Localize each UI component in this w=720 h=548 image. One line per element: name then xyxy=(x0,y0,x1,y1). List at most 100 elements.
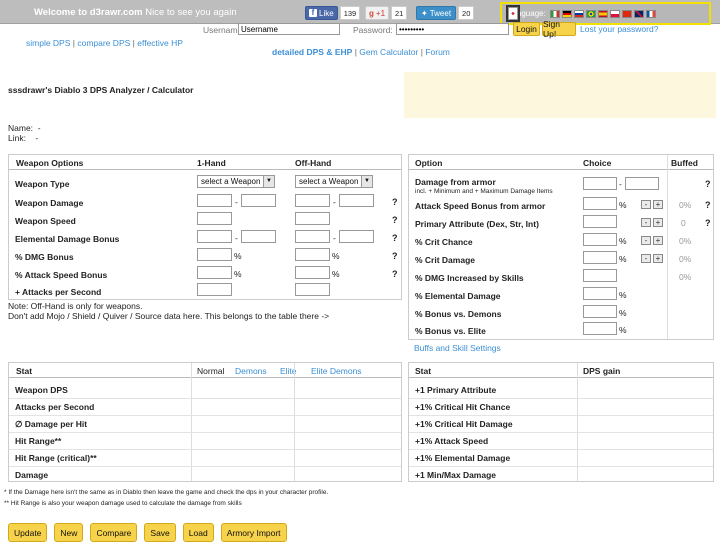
google-plus[interactable]: g +1 21 xyxy=(365,6,408,20)
bonus-demons-input[interactable] xyxy=(583,305,617,318)
signup-button[interactable]: Sign Up! xyxy=(542,19,576,39)
increment-button[interactable]: + xyxy=(653,236,663,245)
help-icon[interactable]: ? xyxy=(705,218,711,228)
dmg-bonus-offhand-input[interactable] xyxy=(295,248,330,261)
help-icon[interactable]: ? xyxy=(392,197,398,207)
weapon-type-offhand-select[interactable]: select a Weapon ▼ xyxy=(295,175,373,188)
aps-1hand-input[interactable] xyxy=(197,283,232,296)
speed-1hand-input[interactable] xyxy=(197,212,232,225)
update-button[interactable]: Update xyxy=(8,523,48,542)
footnote-damage: * If the Damage here isn't the same as i… xyxy=(4,489,329,496)
help-icon[interactable]: ? xyxy=(392,251,398,261)
welcome-text: Welcome to d3rawr.com Nice to see you ag… xyxy=(34,7,237,18)
armory-import-button[interactable]: Armory Import xyxy=(220,523,287,542)
forum-link[interactable]: Forum xyxy=(425,47,450,57)
flag-italy-icon[interactable] xyxy=(549,9,560,18)
elemental-damage-input[interactable] xyxy=(583,287,617,300)
help-icon[interactable]: ? xyxy=(392,233,398,243)
username-input[interactable] xyxy=(238,23,340,35)
flag-germany-icon[interactable] xyxy=(561,9,572,18)
gain-stat-header: Stat xyxy=(415,366,432,376)
weapon-type-1hand-select[interactable]: select a Weapon ▼ xyxy=(197,175,275,188)
compare-dps-link[interactable]: compare DPS xyxy=(77,38,130,48)
speed-offhand-input[interactable] xyxy=(295,212,330,225)
as-bonus-1hand-input[interactable] xyxy=(197,266,232,279)
elemental-min-offhand-input[interactable] xyxy=(295,230,330,243)
password-input[interactable] xyxy=(396,23,509,35)
help-icon[interactable]: ? xyxy=(392,269,398,279)
demons-header-link[interactable]: Demons xyxy=(235,366,267,376)
armor-max-damage-input[interactable] xyxy=(625,177,659,190)
crit-damage-input[interactable] xyxy=(583,251,617,264)
crit-chance-input[interactable] xyxy=(583,233,617,246)
dmg-increased-input[interactable] xyxy=(583,269,617,282)
one-hand-header: 1-Hand xyxy=(197,158,226,168)
as-bonus-offhand-input[interactable] xyxy=(295,266,330,279)
facebook-like[interactable]: f Like 139 xyxy=(305,6,361,20)
damage-min-offhand-input[interactable] xyxy=(295,194,330,207)
weapon-damage-row: Weapon Damage - - ? xyxy=(9,194,401,211)
weapon-type-label: Weapon Type xyxy=(15,179,70,189)
flag-spain-icon[interactable] xyxy=(597,9,608,18)
primary-attribute-row: Primary Attribute (Dex, Str, Int) - + 0 … xyxy=(409,215,713,232)
increment-button[interactable]: + xyxy=(653,200,663,209)
flag-brazil-icon[interactable] xyxy=(585,9,596,18)
gem-calculator-link[interactable]: Gem Calculator xyxy=(359,47,418,57)
simple-dps-link[interactable]: simple DPS xyxy=(26,38,70,48)
attack-speed-armor-input[interactable] xyxy=(583,197,617,210)
elemental-max-offhand-input[interactable] xyxy=(339,230,374,243)
increment-button[interactable]: + xyxy=(653,254,663,263)
bonus-elite-input[interactable] xyxy=(583,322,617,335)
off-hand-header: Off-Hand xyxy=(295,158,332,168)
help-icon[interactable]: ? xyxy=(705,179,711,189)
tweet-button[interactable]: ✦ Tweet xyxy=(416,6,457,20)
decrement-button[interactable]: - xyxy=(641,236,651,245)
new-button[interactable]: New xyxy=(54,523,84,542)
primary-attribute-input[interactable] xyxy=(583,215,617,228)
range-dash: - xyxy=(235,197,238,207)
ad-banner xyxy=(404,72,716,118)
decrement-button[interactable]: - xyxy=(641,218,651,227)
choice-header: Choice xyxy=(583,158,612,168)
save-button[interactable]: Save xyxy=(144,523,176,542)
lost-password-link[interactable]: Lost your password? xyxy=(580,24,658,34)
flag-russia-icon[interactable] xyxy=(573,9,584,18)
damage-max-offhand-input[interactable] xyxy=(339,194,374,207)
dmg-bonus-1hand-input[interactable] xyxy=(197,248,232,261)
percent-sign: % xyxy=(619,290,627,300)
gain-row: +1% Critical Hit Chance xyxy=(409,398,713,415)
help-icon[interactable]: ? xyxy=(705,200,711,210)
facebook-like-button[interactable]: f Like xyxy=(305,6,338,20)
elemental-max-1hand-input[interactable] xyxy=(241,230,276,243)
increment-button[interactable]: + xyxy=(653,218,663,227)
load-button[interactable]: Load xyxy=(182,523,214,542)
armor-min-damage-input[interactable] xyxy=(583,177,617,190)
weapon-options-header: Weapon Options xyxy=(16,158,84,168)
buffs-skill-settings-link[interactable]: Buffs and Skill Settings xyxy=(414,343,501,353)
twitter-tweet[interactable]: ✦ Tweet 20 xyxy=(416,6,475,20)
help-icon[interactable]: ? xyxy=(392,215,398,225)
elite-demons-header-link[interactable]: Elite Demons xyxy=(311,366,362,376)
link-value: - xyxy=(35,133,39,143)
nav-separator: | xyxy=(420,47,423,57)
detailed-dps-link[interactable]: detailed DPS & EHP xyxy=(272,47,352,57)
weapon-options-panel: Weapon Options 1-Hand Off-Hand Weapon Ty… xyxy=(8,154,402,300)
elemental-min-1hand-input[interactable] xyxy=(197,230,232,243)
facebook-icon: f xyxy=(309,9,317,17)
compare-button[interactable]: Compare xyxy=(90,523,138,542)
aps-offhand-input[interactable] xyxy=(295,283,330,296)
range-dash: - xyxy=(333,233,336,243)
flag-france-icon[interactable] xyxy=(645,9,656,18)
effective-hp-link[interactable]: effective HP xyxy=(137,38,183,48)
decrement-button[interactable]: - xyxy=(641,200,651,209)
gain-row: +1 Primary Attribute xyxy=(409,381,713,398)
damage-min-1hand-input[interactable] xyxy=(197,194,232,207)
google-plus-button[interactable]: g +1 xyxy=(365,6,390,20)
flag-korea-icon[interactable] xyxy=(506,5,520,22)
login-button[interactable]: Login xyxy=(513,22,540,36)
flag-uk-icon[interactable] xyxy=(633,9,644,18)
flag-china-icon[interactable] xyxy=(621,9,632,18)
flag-poland-icon[interactable] xyxy=(609,9,620,18)
decrement-button[interactable]: - xyxy=(641,254,651,263)
damage-max-1hand-input[interactable] xyxy=(241,194,276,207)
